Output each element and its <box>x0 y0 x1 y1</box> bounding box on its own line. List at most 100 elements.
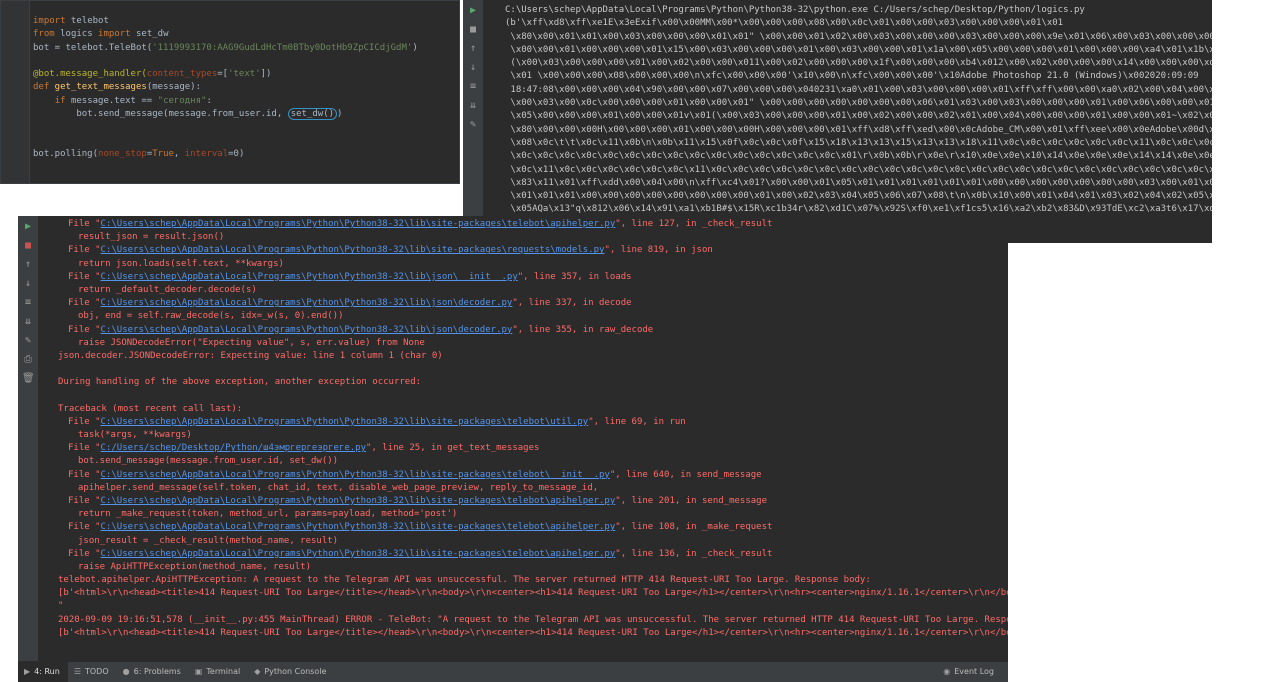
event-log-button[interactable]: ◉ Event Log <box>943 662 994 682</box>
console-text: 2020-09-09 19:16:51,578 (__init__.py:455… <box>58 614 1008 625</box>
console-text: ", line 25, in get_text_messages <box>366 443 540 454</box>
console-text: ", line 819, in json <box>604 245 713 256</box>
pin-icon[interactable]: ✎ <box>467 119 479 131</box>
console-text: [b'<html>\r\n<head><title>414 Request-UR… <box>58 588 1008 599</box>
tool-tab-terminal[interactable]: ▣ Terminal <box>189 662 248 682</box>
log-line: \x01 \x00\x00\x00\x08\x00\x00\x00\n\xfc\… <box>505 71 1199 82</box>
console-text: File " <box>68 522 101 533</box>
console-text: ", line 136, in _check_result <box>615 548 773 559</box>
console-text: result_json = result.json() <box>78 232 225 243</box>
console-text: raise JSONDecodeError("Expecting value",… <box>78 337 425 348</box>
console-line: File "C:\Users\schep\AppData\Local\Progr… <box>58 416 1008 429</box>
code-token: set_dw <box>130 29 169 40</box>
log-line: C:\Users\schep\AppData\Local\Programs\Py… <box>505 5 1085 15</box>
file-link[interactable]: C:\Users\schep\AppData\Local\Programs\Py… <box>101 522 616 532</box>
file-link[interactable]: C:/Users/schep/Desktop/Python/ш4эмргерге… <box>101 443 367 453</box>
code-token: ]) <box>260 69 272 80</box>
file-link[interactable]: C:\Users\schep\AppData\Local\Programs\Py… <box>101 219 616 229</box>
file-link[interactable]: C:\Users\schep\AppData\Local\Programs\Py… <box>101 298 513 308</box>
run-console-panel: ▶ ■ ↑ ↓ ≡ ⇊ ✎ ⎙ 🗑 File "C:\Users\schep\A… <box>18 216 1008 682</box>
scroll-end-icon[interactable]: ⇊ <box>22 316 34 328</box>
console-line: File "C:\Users\schep\AppData\Local\Progr… <box>58 324 1008 337</box>
log-line: \x80\x00\x01\x01\x00\x03\x00\x00\x00\x01… <box>505 31 1212 42</box>
tool-tab-todo[interactable]: ☰ TODO <box>68 662 117 682</box>
code-token: '1119993170:AAG9GudLdHcTm0BTby0DotHb9ZpC… <box>152 42 413 53</box>
run-toolbar: ▶ ■ ↑ ↓ ≡ ⇊ ✎ ⎙ 🗑 <box>18 216 38 682</box>
code-token: import <box>33 16 66 26</box>
log-line: \x08\x0c\t\t\x0c\x11\x0b\n\x0b\x11\x15\x… <box>510 137 1212 148</box>
code-token: =0) <box>228 148 245 159</box>
console-line: " <box>58 600 1008 613</box>
scroll-end-icon[interactable]: ⇊ <box>467 100 479 112</box>
console-line: raise ApiHTTPException(method_name, resu… <box>58 561 1008 574</box>
soft-wrap-icon[interactable]: ≡ <box>467 81 479 93</box>
console-line: result_json = result.json() <box>58 231 1008 244</box>
console-line: telebot.apihelper.ApiHTTPException: A re… <box>58 574 1008 587</box>
up-icon[interactable]: ↑ <box>22 259 34 271</box>
code-token: bot = telebot.TeleBot( <box>33 42 153 53</box>
code-editor[interactable]: import telebot from logics import set_dw b… <box>0 0 460 184</box>
console-text: task(*args, **kwargs) <box>78 430 192 440</box>
tab-icon: ▶ <box>24 667 31 676</box>
console-line: . <box>58 363 1008 376</box>
soft-wrap-icon[interactable]: ≡ <box>22 297 34 309</box>
console-line: return json.loads(self.text, **kwargs) <box>58 258 1008 271</box>
tool-tab-python-console[interactable]: ◆ Python Console <box>248 662 334 682</box>
pin-icon[interactable]: ✎ <box>22 335 34 347</box>
file-link[interactable]: C:\Users\schep\AppData\Local\Programs\Py… <box>101 549 616 559</box>
console-line: File "C:\Users\schep\AppData\Local\Progr… <box>58 469 1008 482</box>
run-output: File "C:\Users\schep\AppData\Local\Progr… <box>58 218 1008 640</box>
code-token: "сегодня" <box>157 95 207 106</box>
file-link[interactable]: C:\Users\schep\AppData\Local\Programs\Py… <box>101 245 605 255</box>
run-icon[interactable]: ▶ <box>467 5 479 17</box>
file-link[interactable]: C:\Users\schep\AppData\Local\Programs\Py… <box>101 272 518 282</box>
log-line: \x00\x03\x00\x0c\x00\x00\x00\x01\x00\x00… <box>505 98 1212 109</box>
code-line: def get_text_messages(message): <box>33 81 455 94</box>
file-link[interactable]: C:\Users\schep\AppData\Local\Programs\Py… <box>101 496 616 506</box>
tool-tab-4-run[interactable]: ▶ 4: Run <box>18 662 68 682</box>
file-link[interactable]: C:\Users\schep\AppData\Local\Programs\Py… <box>101 417 589 427</box>
file-link[interactable]: C:\Users\schep\AppData\Local\Programs\Py… <box>101 470 610 480</box>
console-text: . <box>58 390 63 400</box>
console-text: File " <box>68 245 101 256</box>
event-log-icon: ◉ <box>943 667 951 676</box>
stop-icon[interactable]: ■ <box>467 24 479 36</box>
console-line: File "C:\Users\schep\AppData\Local\Progr… <box>58 297 1008 310</box>
console-line: File "C:\Users\schep\AppData\Local\Progr… <box>58 244 1008 257</box>
up-icon[interactable]: ↑ <box>467 43 479 55</box>
rerun-icon[interactable]: ▶ <box>22 221 34 233</box>
down-icon[interactable]: ↓ <box>22 278 34 290</box>
down-icon[interactable]: ↓ <box>467 62 479 74</box>
log-line: (\x00\x03\x00\x00\x00\x01\x00\x02\x00\x0… <box>510 58 1212 69</box>
code-token: telebot <box>65 16 109 26</box>
editor-gutter <box>1 1 30 183</box>
console-text: During handling of the above exception, … <box>58 377 422 388</box>
tab-label: 6: Problems <box>133 667 181 676</box>
console-text: File " <box>68 495 101 506</box>
code-token: : <box>206 95 212 106</box>
code-token: =[ <box>217 69 229 80</box>
console-line: [b'<html>\r\n<head><title>414 Request-UR… <box>58 587 1008 600</box>
tab-icon: ☰ <box>73 667 81 676</box>
console-text: File " <box>68 271 101 282</box>
highlighted-call: set_dw() <box>287 108 338 121</box>
console-text: bot.send_message(message.from_user.id, s… <box>78 456 339 467</box>
tool-tab-6-problems[interactable]: ● 6: Problems <box>117 662 189 682</box>
console-text: return _default_decoder.decode(s) <box>78 284 257 295</box>
console-text: obj, end = self.raw_decode(s, idx=_w(s, … <box>78 311 344 322</box>
code-line: bot.send_message(message.from_user.id, s… <box>33 108 455 121</box>
console-line: return _default_decoder.decode(s) <box>58 284 1008 297</box>
file-link[interactable]: C:\Users\schep\AppData\Local\Programs\Py… <box>101 325 513 335</box>
print-icon[interactable]: ⎙ <box>22 354 34 366</box>
trash-icon[interactable]: 🗑 <box>22 373 35 385</box>
code-token: 'text' <box>228 69 261 80</box>
console-text: ", line 640, in send_message <box>609 469 762 480</box>
log-line: \x01\x01\x01\x00\x00\x00\x00\x00\x00\x00… <box>505 191 1212 202</box>
editor-code[interactable]: import telebot from logics import set_dw b… <box>33 15 455 161</box>
code-token: ) <box>412 42 418 53</box>
console-line: During handling of the above exception, … <box>58 376 1008 389</box>
stop-icon[interactable]: ■ <box>22 240 34 252</box>
code-line: bot = telebot.TeleBot('1119993170:AAG9Gu… <box>33 42 455 55</box>
